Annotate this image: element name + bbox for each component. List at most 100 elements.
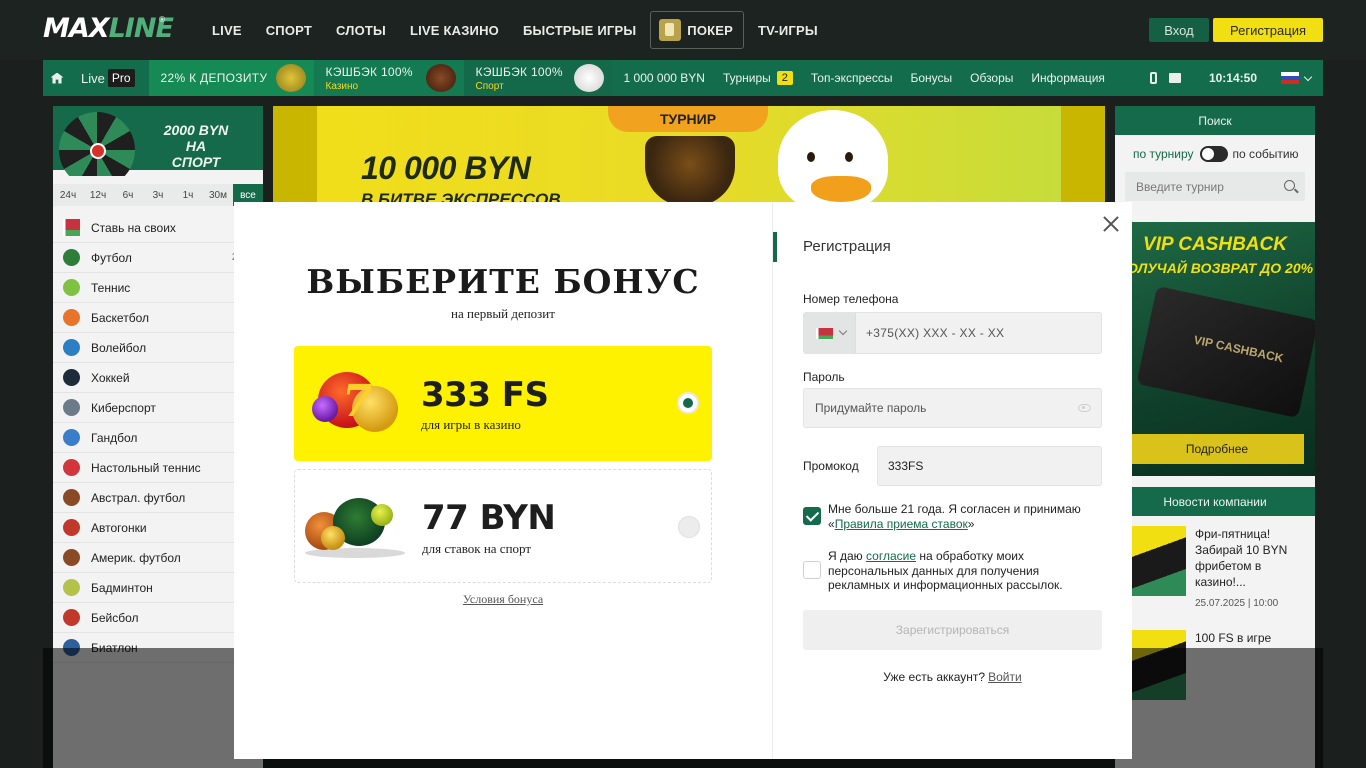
- secondary-bar: Live Pro 22% К ДЕПОЗИТУ КЭШБЭК 100% Казино…: [43, 60, 1323, 96]
- jackpot-amount[interactable]: 1 000 000 BYN: [612, 71, 714, 85]
- marketing-consent-checkbox[interactable]: [803, 561, 821, 579]
- registration-modal: ВЫБЕРИТЕ БОНУС на первый депозит 7 333 F…: [234, 202, 1132, 759]
- sport-name: Ставь на своих: [91, 220, 176, 235]
- news-thumbnail: [1130, 526, 1186, 596]
- banner-tag: ТУРНИР: [608, 106, 768, 132]
- sport-list-item[interactable]: Бейсбол164: [53, 603, 263, 633]
- information-link[interactable]: Информация: [1022, 71, 1113, 85]
- sport-icon: [63, 549, 80, 566]
- slots-icon: 7: [312, 366, 402, 436]
- betting-rules-link[interactable]: Правила приема ставок: [835, 517, 968, 531]
- sport-list-item[interactable]: Волейбол78: [53, 333, 263, 363]
- sport-list-item[interactable]: Австрал. футбол23: [53, 483, 263, 513]
- fortune-wheel-promo[interactable]: 2000 BYN НА СПОРТ: [53, 106, 263, 176]
- sport-list-item[interactable]: Настольный теннис186: [53, 453, 263, 483]
- poker-icon: [659, 19, 682, 41]
- time-tab-6h[interactable]: 6ч: [113, 184, 143, 206]
- show-password-eye-icon[interactable]: [1078, 404, 1091, 412]
- nav-poker-label: ПОКЕР: [687, 22, 734, 38]
- time-tab-3h[interactable]: 3ч: [143, 184, 173, 206]
- main-navigation: LIVE СПОРТ СЛОТЫ LIVE КАЗИНО БЫСТРЫЕ ИГР…: [200, 11, 830, 49]
- promo-cashback-casino[interactable]: КЭШБЭК 100% Казино: [313, 60, 464, 96]
- password-label: Пароль: [803, 370, 845, 384]
- sport-icon: [63, 489, 80, 506]
- time-tab-24h[interactable]: 24ч: [53, 184, 83, 206]
- bonus-subtitle: на первый депозит: [451, 306, 555, 321]
- bonus-option-sport[interactable]: 77 BYN для ставок на спорт: [294, 469, 712, 583]
- nav-slots[interactable]: СЛОТЫ: [324, 11, 398, 49]
- banner-title: 10 000 BYN: [361, 150, 531, 186]
- top-express-link[interactable]: Топ-экспрессы: [802, 71, 902, 85]
- time-tab-12h[interactable]: 12ч: [83, 184, 113, 206]
- sport-list-item[interactable]: Футбол2679: [53, 243, 263, 273]
- bonus-sport-description: для ставок на спорт: [422, 541, 532, 556]
- search-mode-switch[interactable]: [1199, 146, 1228, 162]
- sport-icon: [63, 309, 80, 326]
- nav-tv-games[interactable]: TV-ИГРЫ: [746, 11, 830, 49]
- age-confirm-checkbox[interactable]: [803, 507, 821, 525]
- tournament-search-input[interactable]: Введите турнир: [1125, 172, 1305, 201]
- language-flag-icon[interactable]: [1281, 72, 1299, 84]
- sport-name: Бейсбол: [91, 610, 139, 625]
- country-code-select[interactable]: [804, 313, 856, 353]
- consent-link[interactable]: согласие: [866, 549, 916, 563]
- bonus-casino-radio[interactable]: [677, 392, 699, 414]
- search-icon[interactable]: [1284, 180, 1295, 191]
- news-title: 100 FS в игре: [1195, 631, 1272, 645]
- search-by-event[interactable]: по событию: [1233, 147, 1299, 161]
- nav-poker[interactable]: ПОКЕР: [650, 11, 745, 49]
- wheel-promo-text: 2000 BYN НА СПОРТ: [163, 122, 229, 170]
- tournaments-link[interactable]: Турниры 2: [714, 71, 802, 85]
- bonus-terms-link[interactable]: Условия бонуса: [234, 592, 772, 607]
- nav-live-casino[interactable]: LIVE КАЗИНО: [398, 11, 511, 49]
- live-pro-link[interactable]: Live Pro: [71, 69, 149, 87]
- sport-list-item[interactable]: Баскетбол298: [53, 303, 263, 333]
- nav-live[interactable]: LIVE: [200, 11, 254, 49]
- sport-list-item[interactable]: Америк. футбол172: [53, 543, 263, 573]
- tournament-banner[interactable]: ТУРНИР 10 000 BYN В БИТВЕ ЭКСПРЕССОВ: [273, 106, 1105, 202]
- language-chevron-down-icon[interactable]: [1303, 72, 1313, 81]
- vip-more-button[interactable]: Подробнее: [1130, 434, 1304, 464]
- home-button[interactable]: [43, 60, 71, 96]
- promo-cashback-casino-sub: Казино: [325, 80, 359, 92]
- sport-list-item[interactable]: Теннис330: [53, 273, 263, 303]
- password-field[interactable]: Придумайте пароль: [803, 388, 1102, 428]
- vip-cashback-banner[interactable]: VIP CASHBACK ПОЛУЧАЙ ВОЗВРАТ ДО 20% VIP …: [1115, 222, 1315, 476]
- promo-deposit[interactable]: 22% К ДЕПОЗИТУ: [148, 60, 314, 96]
- promo-cashback-sport[interactable]: КЭШБЭК 100% Спорт: [463, 60, 612, 96]
- sport-list-item[interactable]: Киберспорт264: [53, 393, 263, 423]
- time-tab-30m[interactable]: 30м: [203, 184, 233, 206]
- news-title: Фри-пятница! Забирай 10 BYN фрибетом в к…: [1195, 527, 1288, 589]
- login-button[interactable]: Вход: [1149, 18, 1209, 42]
- reviews-link[interactable]: Обзоры: [961, 71, 1022, 85]
- nav-fast-games[interactable]: БЫСТРЫЕ ИГРЫ: [511, 11, 648, 49]
- promo-cashback-sport-title: КЭШБЭК 100%: [475, 64, 563, 79]
- logo-registered-mark: ®: [159, 15, 165, 24]
- sport-list-item[interactable]: Ставь на своих: [53, 213, 263, 243]
- have-account-text: Уже есть аккаунт?: [883, 670, 986, 684]
- search-mode-toggle: по турниру по событию: [1133, 146, 1299, 162]
- close-modal-button[interactable]: [1100, 213, 1122, 235]
- sport-list-item[interactable]: Бадминтон10: [53, 573, 263, 603]
- bonus-sport-radio[interactable]: [678, 516, 700, 538]
- mobile-app-icon[interactable]: [1149, 72, 1157, 84]
- promo-code-field[interactable]: 333FS: [877, 446, 1102, 486]
- bonuses-link[interactable]: Бонусы: [901, 71, 961, 85]
- time-filter-tabs: 24ч 12ч 6ч 3ч 1ч 30м все: [53, 184, 263, 206]
- sport-name: Теннис: [91, 280, 131, 295]
- registration-title: Регистрация: [803, 238, 891, 255]
- sport-list-item[interactable]: Гандбол42: [53, 423, 263, 453]
- login-link[interactable]: Войти: [988, 670, 1022, 684]
- maxline-logo[interactable]: MAXLINE ®: [43, 13, 174, 45]
- register-button[interactable]: Регистрация: [1213, 18, 1323, 42]
- submit-registration-button[interactable]: Зарегистрироваться: [803, 610, 1102, 650]
- phone-field[interactable]: +375(XX) XXX - XX - XX: [803, 312, 1102, 354]
- sport-list-item[interactable]: Хоккей348: [53, 363, 263, 393]
- search-by-tournament[interactable]: по турниру: [1133, 147, 1194, 161]
- bonus-option-casino[interactable]: 7 333 FS для игры в казино: [294, 346, 712, 461]
- nav-sport[interactable]: СПОРТ: [254, 11, 324, 49]
- chat-icon[interactable]: [1168, 73, 1181, 83]
- sport-list-item[interactable]: Автогонки235: [53, 513, 263, 543]
- time-tab-1h[interactable]: 1ч: [173, 184, 203, 206]
- sport-icon: [63, 579, 80, 596]
